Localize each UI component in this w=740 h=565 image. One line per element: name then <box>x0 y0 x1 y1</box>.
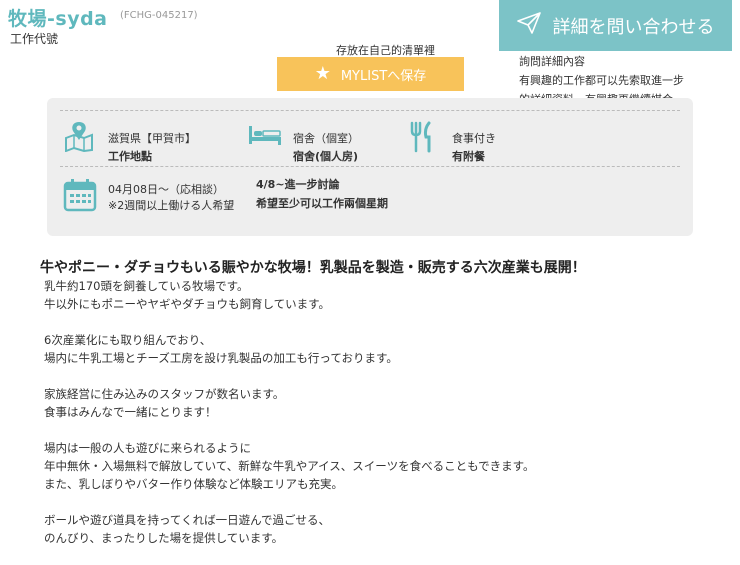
star-icon: ★ <box>314 63 331 84</box>
inquiry-button[interactable]: 詳細を問い合わせる <box>499 0 732 51</box>
job-info-box <box>47 98 693 236</box>
description-paragraph: 家族経営に住み込みのスタッフが数名います。 食事はみんなで一緒にとります！ <box>44 387 285 419</box>
inquiry-button-label: 詳細を問い合わせる <box>552 16 715 38</box>
period-label: 04月08日～（応相談） <box>108 183 224 196</box>
description-headline: 牛やポニー・ダチョウもいる賑やかな牧場！乳製品を製造・販売する六次産業も展開！ <box>40 260 586 276</box>
location-value: 工作地點 <box>108 150 152 163</box>
period-value: 4/8~進一步討論 <box>256 178 340 191</box>
page-title: 牧場-syda <box>8 8 108 30</box>
period-value-note: 希望至少可以工作兩個星期 <box>256 197 388 210</box>
page-subtitle: 工作代號 <box>10 32 59 46</box>
paper-plane-icon <box>516 12 541 39</box>
period-label-note: ※2週間以上働ける人希望 <box>108 199 235 212</box>
calendar-icon <box>63 178 97 216</box>
mylist-button-label: MYLISTへ保存 <box>340 68 427 84</box>
divider <box>60 166 680 167</box>
map-icon <box>62 120 96 156</box>
description-paragraph: 場内は一般の人も遊びに来られるように 年中無休・入場無料で解放していて、新鮮な牛… <box>44 441 535 491</box>
description-paragraph: ボールや遊び道具を持ってくれば一日遊んで過ごせる、 のんびり、まったりした場を提… <box>44 513 331 545</box>
meals-label: 食事付き <box>452 132 496 145</box>
housing-value: 宿舍(個人房) <box>293 150 359 163</box>
description-paragraph: 6次産業化にも取り組んでおり、 場内に牛乳工場とチーズ工房を設け乳製品の加工も行… <box>44 333 398 365</box>
bed-icon <box>248 124 282 150</box>
fork-knife-icon <box>410 121 436 157</box>
inquiry-note-line: 有興趣的工作都可以先索取進一步 <box>519 74 684 87</box>
mylist-note: 存放在自己的清單裡 <box>336 44 435 57</box>
description-body: 乳牛約170頭を飼養している牧場です。 牛以外にもポニーやヤギやダチョウも飼育し… <box>44 277 704 565</box>
description-paragraph: 乳牛約170頭を飼養している牧場です。 牛以外にもポニーやヤギやダチョウも飼育し… <box>44 279 331 311</box>
inquiry-note-line: 詢問詳細內容 <box>519 55 585 68</box>
housing-label: 宿舎（個室） <box>293 132 359 145</box>
meals-value: 有附餐 <box>452 150 485 163</box>
location-label: 滋賀県【甲賀市】 <box>108 132 196 145</box>
job-code: (FCHG-045217) <box>120 10 198 21</box>
save-to-mylist-button[interactable]: ★ MYLISTへ保存 <box>277 57 464 91</box>
divider <box>60 110 680 111</box>
